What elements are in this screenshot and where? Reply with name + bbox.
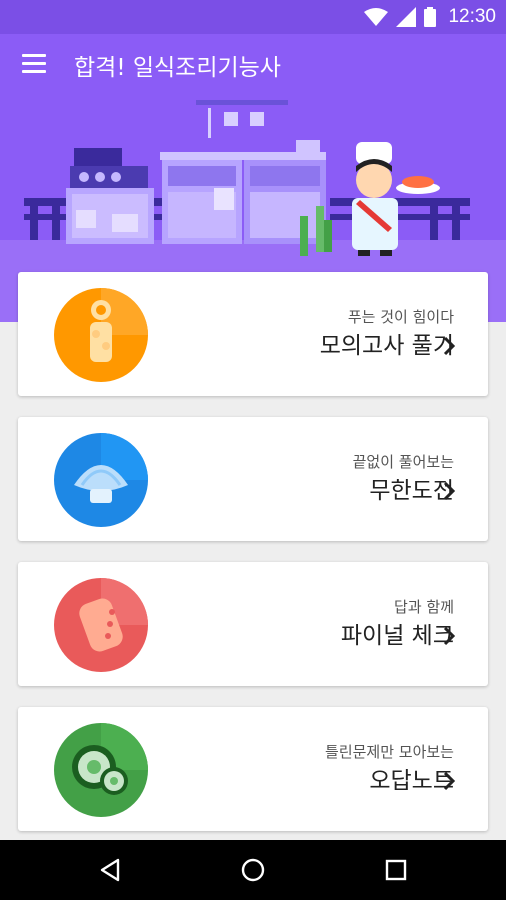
card-title: 파이널 체크 [340,623,454,649]
card-title: 무한도전 [369,478,454,504]
card-title: 모의고사 풀기 [319,333,454,359]
chevron-right-icon [443,771,456,791]
chevron-right-icon [443,481,456,501]
octopus-icon [54,578,148,672]
app-bar: 합격! 일식조리기능사 [0,34,506,94]
shell-icon [54,433,148,527]
card-wrong-answer-note[interactable]: 틀린문제만 모아보는 오답노트 [18,707,488,831]
card-subtitle: 틀린문제만 모아보는 [325,743,454,761]
card-subtitle: 답과 함께 [394,598,454,616]
menu-icon[interactable] [22,54,46,74]
chevron-right-icon [443,336,456,356]
app-title: 합격! 일식조리기능사 [74,55,281,81]
card-subtitle: 끝없이 풀어보는 [352,453,454,471]
menu-cards: 푸는 것이 힘이다 모의고사 풀기 끝없이 풀어보는 무한도전 답과 함께 파이… [18,272,488,852]
recents-icon[interactable] [384,858,408,882]
sushi-roll-icon [54,723,148,817]
card-title: 오답노트 [369,768,454,794]
card-subtitle: 푸는 것이 힘이다 [347,308,454,326]
wifi-icon [364,8,389,26]
navigation-bar [0,840,506,900]
card-text: 푸는 것이 힘이다 모의고사 풀기 [320,308,454,362]
chevron-right-icon [443,626,456,646]
mock-exam-icon [54,288,148,382]
card-infinite-challenge[interactable]: 끝없이 풀어보는 무한도전 [18,417,488,541]
card-text: 답과 함께 파이널 체크 [341,598,454,652]
status-bar: 12:30 [0,0,506,34]
signal-icon [396,7,417,27]
card-text: 틀린문제만 모아보는 오답노트 [325,743,454,797]
back-icon[interactable] [98,858,122,882]
card-final-check[interactable]: 답과 함께 파이널 체크 [18,562,488,686]
card-text: 끝없이 풀어보는 무한도전 [353,453,454,507]
clock: 12:30 [448,6,496,27]
kitchen-illustration [24,100,470,256]
battery-icon [424,7,437,27]
card-mock-exam[interactable]: 푸는 것이 힘이다 모의고사 풀기 [18,272,488,396]
home-icon[interactable] [241,858,265,882]
